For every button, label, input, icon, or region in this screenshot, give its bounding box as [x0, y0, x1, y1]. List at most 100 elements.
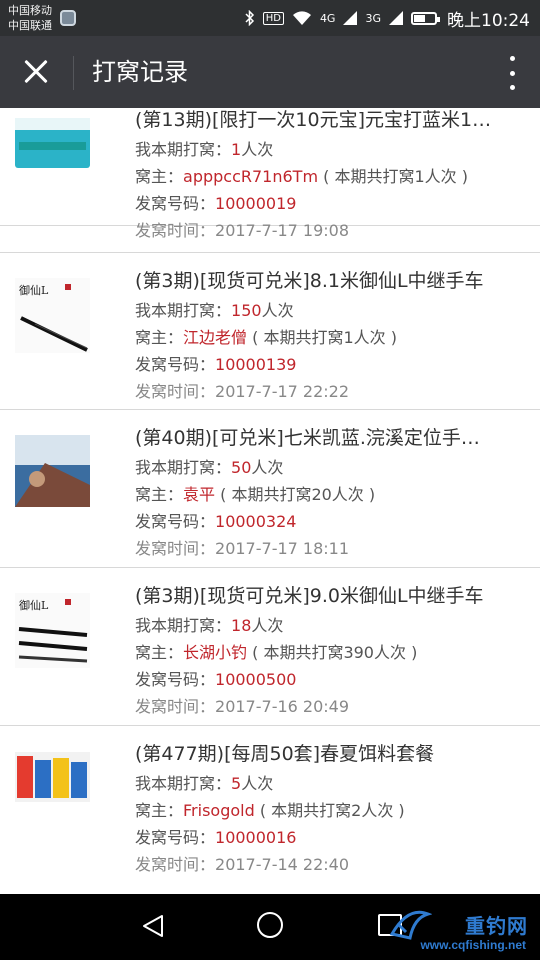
- record-title[interactable]: (第3期)[现货可兑米]8.1米御仙L中继手车: [135, 267, 524, 297]
- signal-icon-2: [389, 11, 403, 25]
- record-thumbnail[interactable]: [15, 752, 90, 802]
- record-title[interactable]: (第13期)[限打一次10元宝]元宝打蓝米1…: [135, 108, 524, 136]
- time-row: 发窝时间：2017-7-17 18:11: [135, 535, 524, 562]
- record-item[interactable]: (第477期)[每周50套]春夏饵料套餐 我本期打窝：5人次 窝主：Frisog…: [0, 726, 540, 894]
- code-label: 发窝号码：: [135, 512, 216, 531]
- my-count-label: 我本期打窝：: [135, 774, 232, 793]
- count-unit: 人次: [251, 458, 284, 477]
- owner-total: ( 本期共打窝1人次 ): [318, 167, 468, 186]
- carrier-1: 中国移动: [8, 4, 52, 17]
- owner-row: 窝主：Frisogold ( 本期共打窝2人次 ): [135, 797, 524, 824]
- owner-row: 窝主：长湖小钓 ( 本期共打窝390人次 ): [135, 639, 524, 666]
- owner-label: 窝主：: [135, 485, 184, 504]
- record-list[interactable]: (第13期)[限打一次10元宝]元宝打蓝米1… 我本期打窝：1人次 窝主：app…: [0, 108, 540, 894]
- my-count-value: 50: [231, 458, 252, 477]
- home-circle-icon[interactable]: [257, 912, 283, 938]
- owner-label: 窝主：: [135, 643, 184, 662]
- page-title: 打窝记录: [92, 58, 188, 86]
- count-unit: 人次: [241, 774, 274, 793]
- my-count-row: 我本期打窝：18人次: [135, 612, 524, 639]
- code-label: 发窝号码：: [135, 194, 216, 213]
- app-notification-icon: [60, 10, 76, 26]
- owner-name[interactable]: Frisogold: [183, 801, 255, 820]
- record-title[interactable]: (第3期)[现货可兑米]9.0米御仙L中继手车: [135, 582, 524, 612]
- battery-icon: [411, 11, 440, 25]
- status-bar: 中国移动 中国联通 HD 4G 3G 晚上10:24: [0, 0, 540, 36]
- my-count-row: 我本期打窝：50人次: [135, 454, 524, 481]
- code-value: 10000016: [215, 828, 297, 847]
- network-4g-label: 4G: [319, 11, 336, 25]
- my-count-row: 我本期打窝：1人次: [135, 136, 524, 163]
- status-icons: HD 4G 3G 晚上10:24: [245, 0, 530, 36]
- battery-level: [414, 14, 425, 22]
- code-label: 发窝号码：: [135, 670, 216, 689]
- my-count-row: 我本期打窝：150人次: [135, 297, 524, 324]
- bluetooth-icon: [245, 10, 254, 26]
- time-row: 发窝时间：2017-7-16 20:49: [135, 693, 524, 720]
- my-count-value: 5: [231, 774, 242, 793]
- title-divider: [73, 56, 74, 90]
- record-thumbnail[interactable]: 御仙L: [15, 593, 90, 668]
- count-unit: 人次: [261, 301, 294, 320]
- count-unit: 人次: [241, 140, 274, 159]
- my-count-row: 我本期打窝：5人次: [135, 770, 524, 797]
- time-value: 2017-7-17 22:22: [215, 382, 350, 401]
- my-count-label: 我本期打窝：: [135, 301, 232, 320]
- svg-text:御仙L: 御仙L: [19, 283, 49, 297]
- svg-text:御仙L: 御仙L: [19, 598, 49, 612]
- owner-name[interactable]: 江边老僧: [183, 328, 247, 347]
- record-thumbnail[interactable]: 御仙L: [15, 278, 90, 353]
- my-count-value: 18: [231, 616, 252, 635]
- time-value: 2017-7-16 20:49: [215, 697, 350, 716]
- owner-row: 窝主：袁平 ( 本期共打窝20人次 ): [135, 481, 524, 508]
- clock: 晚上10:24: [447, 10, 530, 31]
- owner-label: 窝主：: [135, 801, 184, 820]
- count-unit: 人次: [251, 616, 284, 635]
- record-title[interactable]: (第477期)[每周50套]春夏饵料套餐: [135, 740, 524, 770]
- time-value: 2017-7-17 19:08: [215, 221, 350, 240]
- time-label: 发窝时间：: [135, 697, 216, 716]
- record-thumbnail[interactable]: [15, 118, 90, 168]
- record-item[interactable]: (第40期)[可兑米]七米凯蓝.浣溪定位手… 我本期打窝：50人次 窝主：袁平 …: [0, 410, 540, 568]
- owner-name[interactable]: 长湖小钓: [183, 643, 247, 662]
- my-count-label: 我本期打窝：: [135, 616, 232, 635]
- owner-row: 窝主：江边老僧 ( 本期共打窝1人次 ): [135, 324, 524, 351]
- record-thumbnail[interactable]: [15, 435, 90, 507]
- record-item[interactable]: 御仙L (第3期)[现货可兑米]9.0米御仙L中继手车 我本期打窝：18人次 窝…: [0, 568, 540, 726]
- time-label: 发窝时间：: [135, 539, 216, 558]
- code-row: 发窝号码：10000016: [135, 824, 524, 851]
- watermark-url: www.cqfishing.net: [420, 938, 526, 952]
- code-row: 发窝号码：10000139: [135, 351, 524, 378]
- time-row: 发窝时间：2017-7-17 22:22: [135, 378, 524, 405]
- owner-name[interactable]: 袁平: [183, 485, 215, 504]
- carrier-2: 中国联通: [8, 19, 52, 32]
- signal-icon-1: [343, 11, 358, 25]
- time-label: 发窝时间：: [135, 221, 216, 240]
- close-icon[interactable]: [18, 54, 54, 90]
- code-row: 发窝号码：10000019: [135, 190, 524, 217]
- my-count-value: 1: [231, 140, 242, 159]
- code-value: 10000324: [215, 512, 297, 531]
- record-item[interactable]: (第13期)[限打一次10元宝]元宝打蓝米1… 我本期打窝：1人次 窝主：app…: [0, 108, 540, 240]
- my-count-label: 我本期打窝：: [135, 140, 232, 159]
- navigation-bar: 重钓网 www.cqfishing.net: [0, 894, 540, 960]
- network-3g-label: 3G: [365, 11, 381, 25]
- more-vertical-icon[interactable]: [506, 56, 518, 90]
- record-item[interactable]: 御仙L (第3期)[现货可兑米]8.1米御仙L中继手车 我本期打窝：150人次 …: [0, 252, 540, 410]
- time-row: 发窝时间：2017-7-17 19:08: [135, 217, 524, 244]
- record-title[interactable]: (第40期)[可兑米]七米凯蓝.浣溪定位手…: [135, 424, 524, 454]
- my-count-label: 我本期打窝：: [135, 458, 232, 477]
- owner-label: 窝主：: [135, 328, 184, 347]
- watermark-name: 重钓网: [465, 914, 528, 938]
- code-row: 发窝号码：10000324: [135, 508, 524, 535]
- site-watermark: 重钓网 www.cqfishing.net: [384, 900, 534, 956]
- code-label: 发窝号码：: [135, 355, 216, 374]
- code-value: 10000500: [215, 670, 297, 689]
- time-value: 2017-7-17 18:11: [215, 539, 350, 558]
- time-label: 发窝时间：: [135, 855, 216, 874]
- back-triangle-icon[interactable]: [140, 913, 166, 939]
- owner-name[interactable]: apppccR71n6Tm: [183, 167, 318, 186]
- owner-total: ( 本期共打窝1人次 ): [247, 328, 397, 347]
- owner-total: ( 本期共打窝390人次 ): [247, 643, 418, 662]
- time-label: 发窝时间：: [135, 382, 216, 401]
